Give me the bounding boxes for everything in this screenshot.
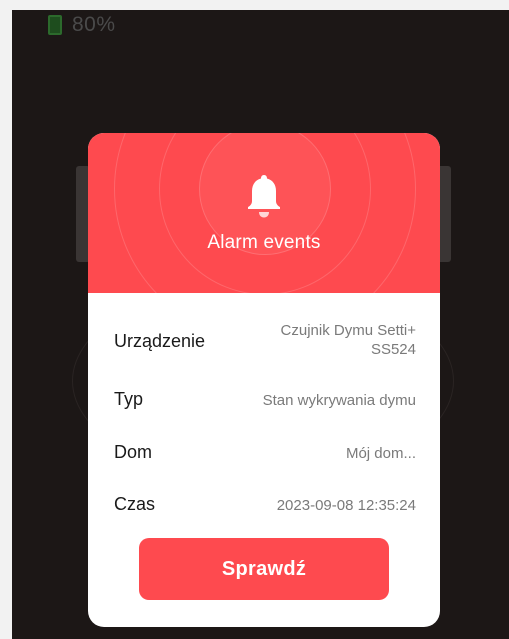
row-label: Czas — [114, 494, 156, 514]
detail-row-device: Urządzenie Czujnik Dymu Setti+ SS524 — [114, 321, 416, 359]
row-value: Czujnik Dymu Setti+ SS524 — [280, 322, 416, 358]
detail-row-time: Czas 2023-09-08 12:35:24 — [114, 494, 416, 515]
app-screen: 80% Alarm events Urządzenie Czujnik Dymu… — [12, 10, 509, 639]
row-label: Urządzenie — [114, 331, 206, 351]
dialog-header: Alarm events — [88, 133, 440, 293]
battery-status: 80% — [48, 13, 116, 37]
bell-icon — [248, 175, 280, 218]
row-value: 2023-09-08 12:35:24 — [276, 497, 416, 514]
row-value: Mój dom... — [345, 445, 416, 462]
dialog-title: Alarm events — [207, 232, 321, 253]
battery-icon — [48, 15, 62, 35]
row-label: Typ — [114, 389, 144, 409]
alarm-events-dialog: Alarm events Urządzenie Czujnik Dymu Set… — [88, 133, 440, 627]
detail-row-home: Dom Mój dom... — [114, 442, 416, 463]
row-value: Stan wykrywania dymu — [262, 392, 416, 409]
check-button[interactable]: Sprawdź — [139, 538, 389, 600]
row-label: Dom — [114, 442, 153, 462]
battery-percentage: 80% — [72, 13, 116, 36]
detail-row-type: Typ Stan wykrywania dymu — [114, 389, 416, 410]
